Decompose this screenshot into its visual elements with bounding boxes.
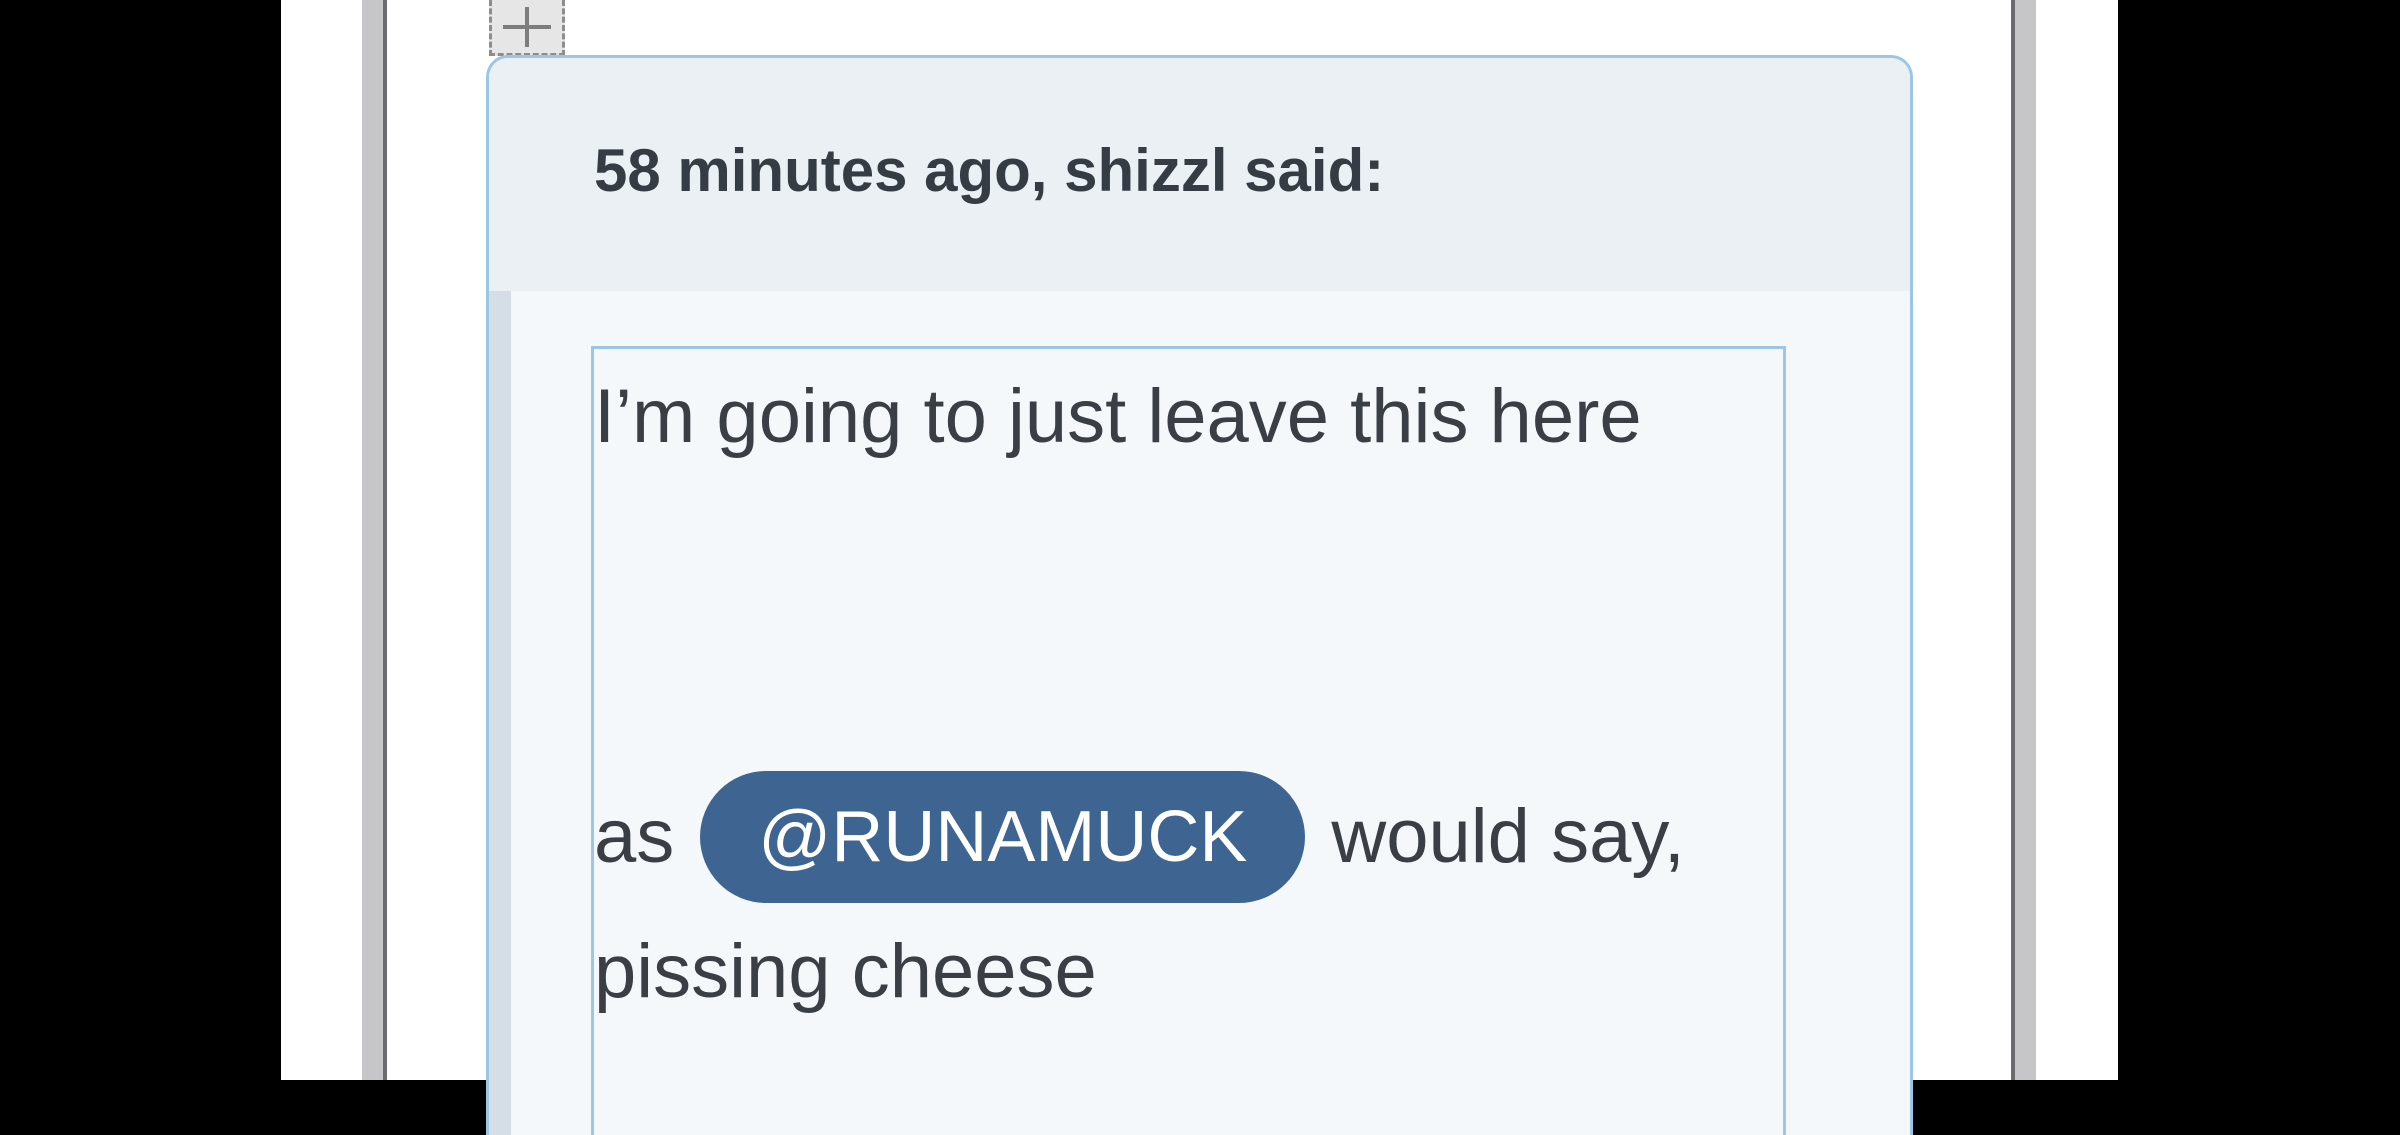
quote-mention-line: as @RUNAMUCK would say, [594, 769, 1685, 905]
quote-header: 58 minutes ago, shizzl said: [489, 58, 1910, 291]
quote-text-line: pissing cheese [594, 929, 1097, 1014]
quote-content[interactable]: I’m going to just leave this here as @RU… [591, 346, 1786, 1135]
editor-right-border [2011, 0, 2036, 1080]
user-mention[interactable]: @RUNAMUCK [700, 771, 1306, 903]
quote-text-prefix: as [594, 794, 675, 879]
quote-block[interactable]: 58 minutes ago, shizzl said: I’m going t… [486, 55, 1913, 1135]
quote-text-line: I’m going to just leave this here [594, 374, 1642, 459]
move-arrows-icon[interactable] [489, 0, 565, 56]
editor-left-border [362, 0, 387, 1080]
move-arrows-glyph [503, 6, 551, 47]
quote-citation: 58 minutes ago, shizzl said: [594, 137, 1385, 204]
quote-text-suffix: would say, [1331, 794, 1685, 879]
